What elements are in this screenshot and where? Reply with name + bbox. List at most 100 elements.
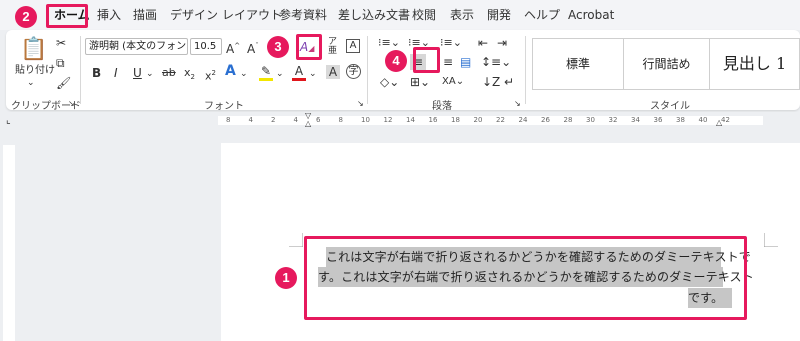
distributed-icon[interactable]: ▤ (460, 55, 471, 69)
margin-corner-mark (289, 233, 303, 247)
tab-acrobat[interactable]: Acrobat (568, 7, 614, 23)
strikethrough-icon[interactable]: ab (162, 66, 176, 80)
line-spacing-icon[interactable]: ↕≡⌄ (481, 55, 511, 69)
home-tab-highlight (46, 4, 88, 28)
copy-icon[interactable]: ⧉ (56, 56, 65, 70)
step-badge-2: 2 (15, 6, 37, 28)
ruler-number: 4 (248, 116, 253, 124)
tab-design[interactable]: デザイン (170, 7, 218, 23)
clear-formatting-highlight (296, 34, 322, 60)
tab-draw[interactable]: 描画 (133, 7, 157, 23)
superscript-icon[interactable]: x2 (205, 66, 216, 84)
bold-icon[interactable]: B (92, 66, 101, 80)
indent-marker-icon[interactable]: ▽ △ (305, 112, 311, 128)
ruler-number: 18 (451, 116, 460, 124)
justify-icon[interactable]: ≡ (443, 55, 453, 69)
ruler-number: 34 (631, 116, 640, 124)
step-badge-1: 1 (275, 267, 297, 289)
style-no-spacing[interactable]: 行間詰め (624, 38, 710, 90)
shading-icon[interactable]: ◇⌄ (380, 75, 399, 89)
tab-review[interactable]: 校閲 (412, 7, 436, 23)
vertical-ruler (3, 145, 15, 341)
right-indent-marker-icon[interactable]: △ (716, 116, 722, 130)
clipboard-launcher-icon[interactable]: ↘ (68, 97, 75, 111)
underline-icon[interactable]: U (133, 66, 142, 80)
paste-dropdown-icon[interactable]: ⌄ (27, 76, 35, 90)
highlight-color-icon[interactable]: ✎ (259, 64, 273, 81)
paste-button-label[interactable]: 貼り付け (15, 64, 55, 78)
ruler-number: 40 (698, 116, 708, 124)
ruler-number: 26 (541, 116, 550, 124)
sort-icon[interactable]: ↓Z (482, 75, 500, 89)
ruler-number: 6 (316, 116, 321, 124)
ruler-number: 2 (271, 116, 276, 124)
tab-help[interactable]: ヘルプ (524, 7, 560, 23)
ruler-number: 20 (473, 116, 483, 124)
ruler-number: 22 (496, 116, 505, 124)
styles-group-label: スタイル (650, 101, 690, 112)
ruler-number: 8 (338, 116, 343, 124)
ruler-number: 12 (383, 116, 393, 124)
step-badge-3: 3 (267, 36, 289, 58)
text-effects-dropdown-icon[interactable]: ⌄ (240, 67, 248, 81)
subscript-icon[interactable]: x2 (184, 66, 195, 84)
align-right-highlight (413, 47, 440, 73)
ruler-number: 32 (608, 116, 618, 124)
ruler-number: 8 (226, 116, 231, 124)
step-badge-4: 4 (385, 50, 407, 72)
ruler-number: 36 (653, 116, 663, 124)
group-separator (80, 36, 81, 104)
ruler-number: 24 (518, 116, 528, 124)
tab-references[interactable]: 参考資料 (279, 7, 327, 23)
highlight-dropdown-icon[interactable]: ⌄ (276, 67, 284, 81)
shrink-font-icon[interactable]: Aˇ (247, 39, 259, 56)
ruler-number: 14 (406, 116, 415, 124)
multilevel-list-icon[interactable]: ⁝≡⌄ (440, 36, 462, 50)
increase-indent-icon[interactable]: ⇥ (497, 36, 507, 50)
bullets-icon[interactable]: ⁝≡⌄ (378, 36, 400, 50)
ruler-number: 42 (721, 116, 730, 124)
enclose-character-icon[interactable]: 字 (346, 64, 361, 79)
paragraph-launcher-icon[interactable]: ↘ (514, 97, 521, 111)
tab-selector-icon[interactable]: ⌞ (6, 114, 11, 128)
font-color-icon[interactable]: A (292, 64, 306, 81)
paste-icon[interactable]: 📋 (20, 38, 47, 62)
decrease-indent-icon[interactable]: ⇤ (478, 36, 488, 50)
ribbon-tab-bar: ホーム 挿入 描画 デザイン レイアウト 参考資料 差し込み文書 校閲 表示 開… (0, 0, 800, 30)
paragraph-group-label: 段落 (432, 101, 452, 112)
ruler-number: 28 (563, 116, 573, 124)
phonetic-guide-icon[interactable]: ア亜 (328, 38, 337, 56)
font-launcher-icon[interactable]: ↘ (357, 97, 364, 111)
show-marks-icon[interactable]: ↵ (504, 75, 514, 89)
text-selection-highlight (304, 236, 747, 320)
grow-font-icon[interactable]: A^ (226, 39, 240, 56)
cut-icon[interactable]: ✂ (56, 36, 66, 50)
style-heading-1[interactable]: 見出し 1 (710, 38, 800, 90)
tab-mailings[interactable]: 差し込み文書 (338, 7, 410, 23)
italic-icon[interactable]: I (114, 66, 118, 80)
style-normal[interactable]: 標準 (532, 38, 624, 90)
character-shading-icon[interactable]: A (326, 65, 340, 79)
group-separator (525, 36, 526, 104)
tab-layout[interactable]: レイアウト (222, 7, 282, 23)
ruler-number: 38 (676, 116, 685, 124)
ruler-number: 4 (293, 116, 298, 124)
format-painter-icon[interactable]: 🖌 (56, 76, 71, 90)
font-color-dropdown-icon[interactable]: ⌄ (309, 67, 317, 81)
font-group-label: フォント (204, 101, 244, 112)
borders-icon[interactable]: ⊞⌄ (410, 75, 430, 89)
font-name-combo[interactable]: 游明朝 (本文のフォント (85, 38, 188, 55)
tab-developer[interactable]: 開発 (487, 7, 511, 23)
ruler-number: 10 (361, 116, 370, 124)
font-size-combo[interactable]: 10.5 (190, 38, 222, 55)
ruler-number: 16 (428, 116, 438, 124)
character-border-icon[interactable]: A (346, 39, 360, 53)
asian-layout-icon[interactable]: ⅩA⌄ (442, 75, 464, 89)
underline-dropdown-icon[interactable]: ⌄ (146, 67, 154, 81)
text-effects-icon[interactable]: A (225, 64, 236, 78)
margin-corner-mark (764, 233, 778, 247)
group-separator (367, 36, 368, 104)
tab-insert[interactable]: 挿入 (97, 7, 121, 23)
tab-view[interactable]: 表示 (450, 7, 474, 23)
ruler-number: 30 (586, 116, 595, 124)
